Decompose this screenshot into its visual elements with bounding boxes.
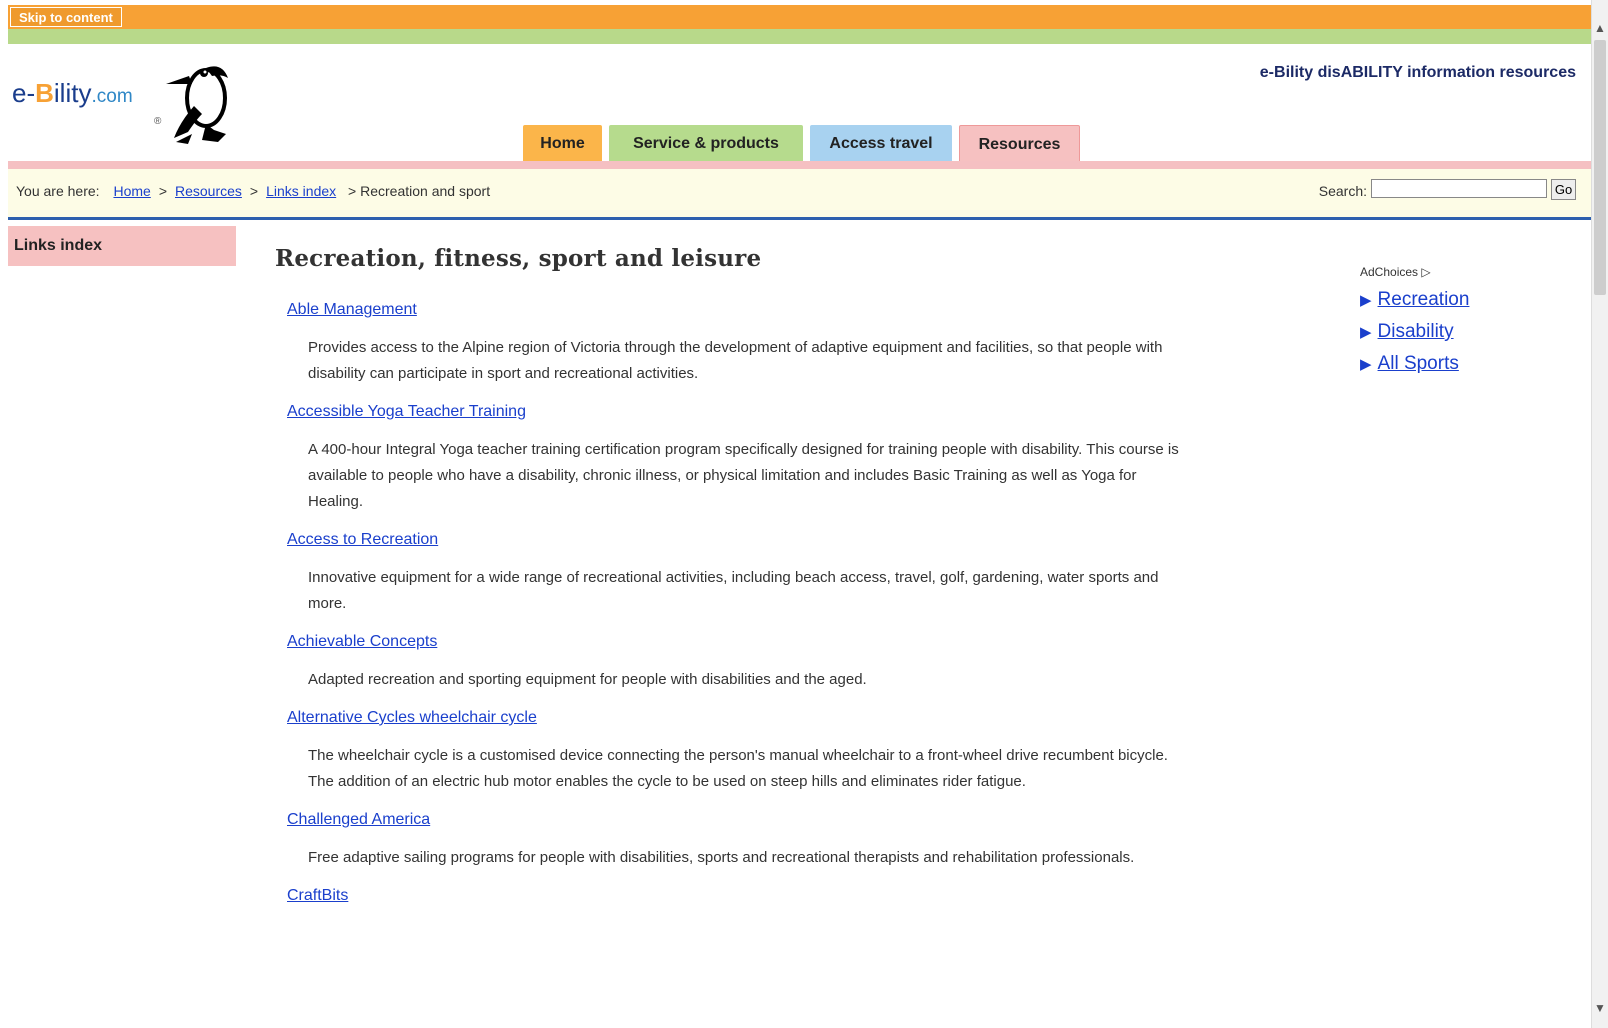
main-content: Recreation, fitness, sport and leisure A… [275,245,1195,905]
breadcrumb-resources-link[interactable]: Resources [175,183,242,199]
list-item: Accessible Yoga Teacher Training A 400-h… [287,403,1195,515]
registered-mark: ® [154,116,162,127]
scroll-up-arrow-icon[interactable]: ▲ [1592,20,1608,36]
top-orange-bar [8,5,1592,29]
entry-link[interactable]: CraftBits [287,887,348,905]
entry-description: Innovative equipment for a wide range of… [308,569,1159,612]
scroll-thumb[interactable] [1594,40,1606,295]
breadcrumb-home-link[interactable]: Home [113,183,150,199]
entry-link[interactable]: Accessible Yoga Teacher Training [287,403,526,421]
entry-link[interactable]: Access to Recreation [287,531,438,549]
skip-to-content-link[interactable]: Skip to content [10,7,122,27]
ad-column: AdChoices ▷ ▶ Recreation ▶ Disability ▶ All… [1360,265,1560,385]
list-item: Alternative Cycles wheelchair cycle The … [287,709,1195,795]
tab-service-products[interactable]: Service & products [609,125,803,162]
top-green-bar [8,29,1592,44]
tab-resources[interactable]: Resources [959,125,1080,162]
breadcrumb: You are here: Home > Resources > Links index… [16,183,490,199]
play-triangle-icon: ▶ [1360,356,1372,373]
entry-link[interactable]: Challenged America [287,811,430,829]
play-triangle-icon: ▶ [1360,292,1372,309]
tab-access-travel[interactable]: Access travel [810,125,952,162]
list-item: Challenged America Free adaptive sailing… [287,811,1195,871]
ad-link-all-sports[interactable]: ▶ All Sports [1360,353,1560,375]
page-title: Recreation, fitness, sport and leisure [275,245,762,272]
breadcrumb-current: > Recreation and sport [348,183,491,199]
entry-description: The wheelchair cycle is a customised dev… [308,747,1168,790]
entry-description: A 400-hour Integral Yoga teacher trainin… [308,441,1179,510]
list-item: Able Management Provides access to the A… [287,301,1195,387]
search-label: Search: [1318,183,1367,199]
adchoices-icon: ▷ [1421,265,1431,279]
ad-link-recreation[interactable]: ▶ Recreation [1360,289,1560,311]
logo-text: e-Bility.com [12,78,133,108]
search-go-button[interactable]: Go [1551,179,1576,200]
scroll-down-arrow-icon[interactable]: ▼ [1592,1000,1608,1016]
sidebar-links-index[interactable]: Links index [8,226,236,266]
entry-link[interactable]: Alternative Cycles wheelchair cycle [287,709,537,727]
nav-underline [8,161,1592,169]
entry-description: Free adaptive sailing programs for peopl… [308,849,1135,866]
vertical-scrollbar[interactable]: ▲ ▼ [1591,0,1608,1028]
page: Skip to content e-Bility.com ® e-Bility … [0,0,1592,1028]
breadcrumb-prefix: You are here: [16,183,100,199]
list-item: CraftBits [287,887,1195,905]
entry-description: Provides access to the Alpine region of … [308,339,1163,382]
tab-home[interactable]: Home [523,125,602,162]
breadcrumb-bar: You are here: Home > Resources > Links index… [8,169,1592,220]
search-input[interactable] [1371,179,1547,198]
entry-link[interactable]: Achievable Concepts [287,633,437,651]
list-item: Access to Recreation Innovative equipmen… [287,531,1195,617]
play-triangle-icon: ▶ [1360,324,1372,341]
entry-link[interactable]: Able Management [287,301,417,319]
site-tagline: e-Bility disABILITY information resource… [1259,64,1576,81]
ad-link-disability[interactable]: ▶ Disability [1360,321,1560,343]
breadcrumb-links-index-link[interactable]: Links index [266,183,336,199]
breadcrumb-separator: > [249,183,259,199]
site-logo[interactable]: e-Bility.com ® [12,54,247,152]
adchoices-label[interactable]: AdChoices ▷ [1360,265,1560,279]
breadcrumb-separator: > [158,183,167,199]
kookaburra-logo-icon [166,66,228,144]
entry-description: Adapted recreation and sporting equipmen… [308,671,867,688]
list-item: Achievable Concepts Adapted recreation a… [287,633,1195,693]
main-nav-tabs: Home Service & products Access travel Re… [523,125,1087,162]
